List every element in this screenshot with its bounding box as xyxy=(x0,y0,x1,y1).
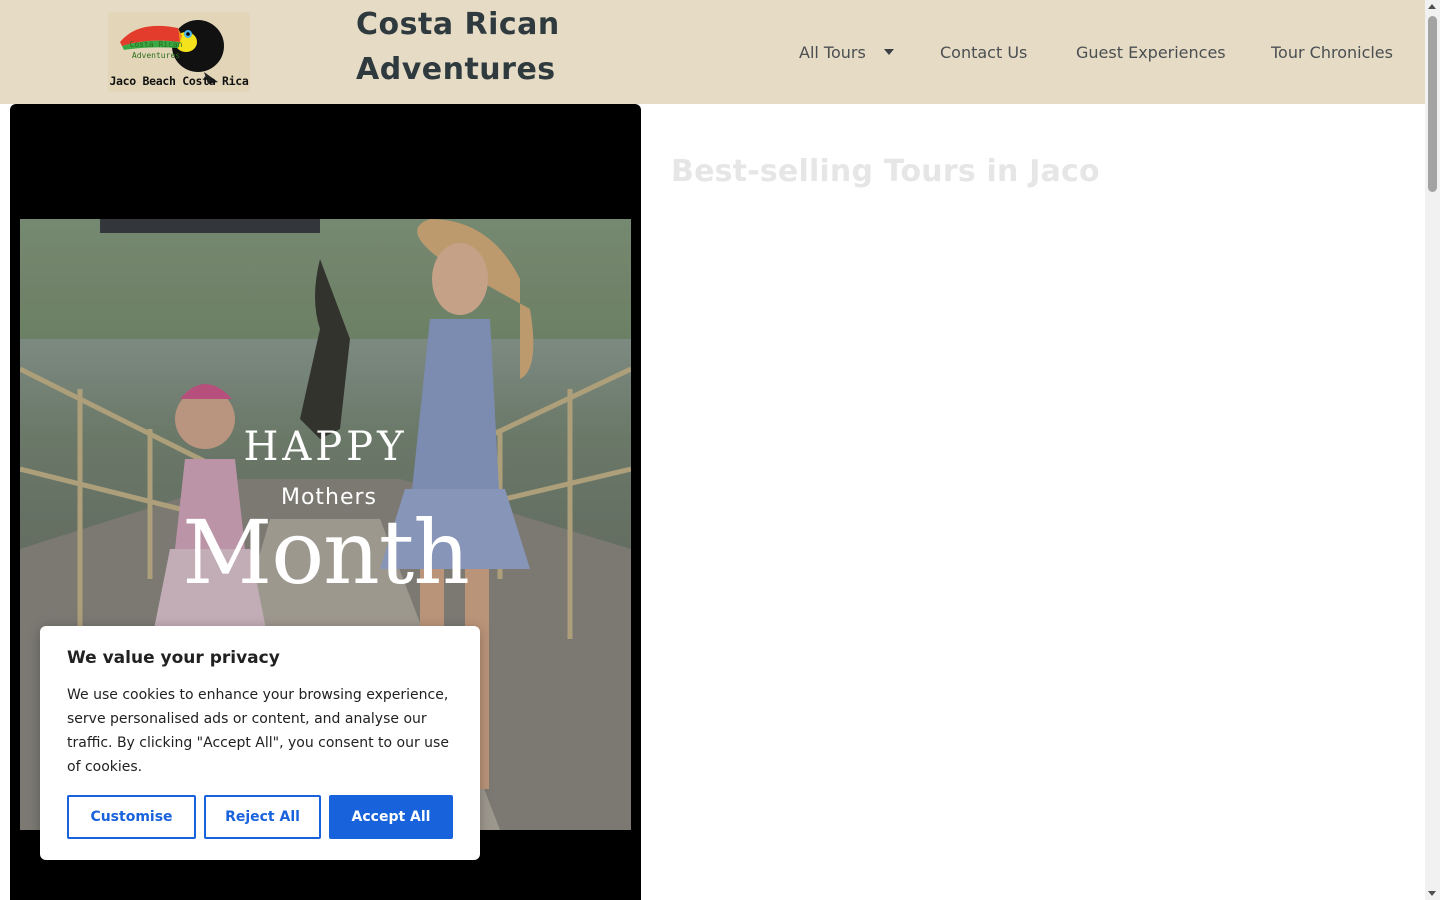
nav-guest-experiences[interactable]: Guest Experiences xyxy=(1076,40,1226,64)
customise-button[interactable]: Customise xyxy=(67,795,196,839)
nav-all-tours[interactable]: All Tours xyxy=(799,40,894,64)
nav-guest-experiences-label: Guest Experiences xyxy=(1076,42,1226,62)
nav-tour-chronicles-label: Tour Chronicles xyxy=(1271,42,1393,62)
hero-text-month: Month xyxy=(182,501,470,604)
cookie-text: We use cookies to enhance your browsing … xyxy=(67,687,449,775)
site-header: Costa Rican Adventures Jaco Beach Costa … xyxy=(0,0,1425,104)
scroll-thumb[interactable] xyxy=(1428,16,1437,192)
cookie-title: We value your privacy xyxy=(67,648,280,668)
scroll-up-icon[interactable] xyxy=(1428,4,1436,9)
logo-small-text: Costa Rican Adventures xyxy=(129,40,183,60)
caret-down-icon xyxy=(883,49,894,55)
accept-all-button[interactable]: Accept All xyxy=(329,795,453,839)
scroll-down-icon[interactable] xyxy=(1428,891,1436,896)
site-title[interactable]: Costa Rican Adventures xyxy=(356,2,616,92)
nav-all-tours-label: All Tours xyxy=(799,42,866,62)
page-scrollbar[interactable] xyxy=(1425,0,1440,900)
cookie-consent-banner: We value your privacy We use cookies to … xyxy=(40,626,480,860)
hero-text-happy: HAPPY xyxy=(243,424,408,470)
nav-contact-us-label: Contact Us xyxy=(940,42,1028,62)
nav-tour-chronicles[interactable]: Tour Chronicles xyxy=(1271,40,1393,64)
reject-all-button[interactable]: Reject All xyxy=(204,795,321,839)
nav-contact-us[interactable]: Contact Us xyxy=(940,40,1027,64)
site-logo[interactable]: Costa Rican Adventures Jaco Beach Costa … xyxy=(108,12,250,92)
section-title: Best-selling Tours in Jaco xyxy=(671,154,1100,189)
logo-caption: Jaco Beach Costa Rica xyxy=(109,74,249,88)
